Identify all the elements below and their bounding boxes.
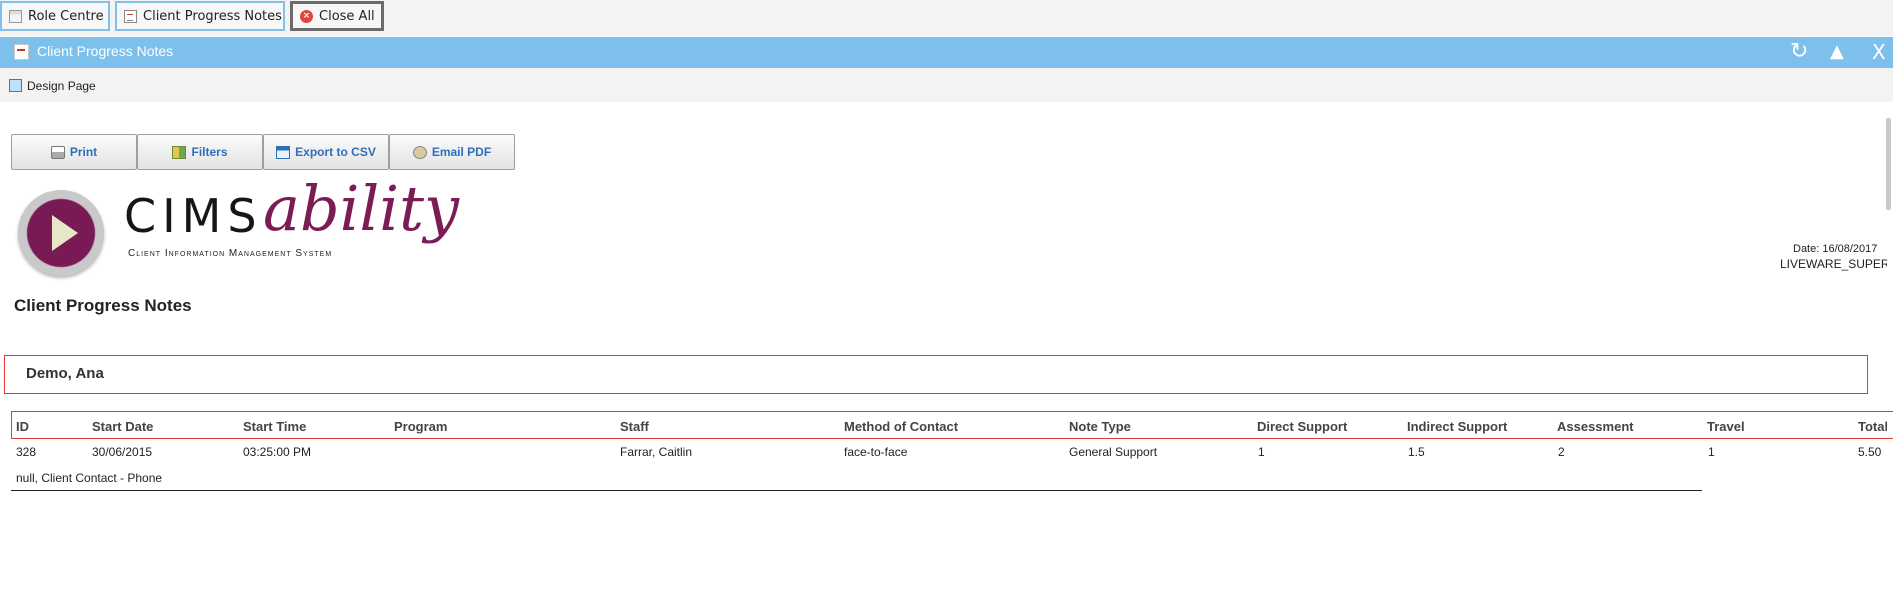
print-label: Print: [69, 145, 98, 159]
cell-indirect-support: 1.5: [1408, 445, 1425, 459]
logo-tagline: Client Information Management System: [128, 248, 333, 259]
email-pdf-button[interactable]: Email PDF: [389, 134, 515, 170]
cell-id: 328: [16, 445, 37, 459]
progress-note-text: null, Client Contact - Phone: [16, 471, 163, 485]
refresh-icon[interactable]: ↻: [1790, 39, 1808, 64]
report-date: Date: 16/08/2017: [1793, 243, 1878, 255]
column-header: Note Type: [1069, 419, 1131, 434]
column-header: Start Date: [92, 419, 154, 434]
tab-role-centre[interactable]: Role Centre: [0, 1, 110, 31]
cell-start-time: 03:25:00 PM: [243, 445, 312, 459]
filters-button[interactable]: Filters: [137, 134, 263, 170]
tab-role-centre-label: Role Centre: [28, 8, 104, 24]
column-header: Start Time: [243, 419, 307, 434]
close-all-label: Close All: [319, 8, 375, 24]
window-title: Client Progress Notes: [37, 43, 174, 59]
email-pdf-label: Email PDF: [431, 145, 492, 159]
close-all-button[interactable]: × Close All: [290, 1, 384, 31]
role-centre-icon: [9, 9, 22, 23]
cell-direct-support: 1: [1258, 445, 1265, 459]
column-header: Travel: [1707, 419, 1745, 434]
total-column-clip: Total 5.50: [1850, 411, 1887, 471]
report-user: LIVEWARE_SUPER: [1780, 257, 1887, 271]
column-header: Total: [1858, 419, 1887, 434]
logo-word-ability: ability: [263, 172, 460, 245]
report-title: Client Progress Notes: [14, 296, 192, 315]
cell-start-date: 30/06/2015: [92, 445, 153, 459]
printer-icon: [50, 145, 65, 159]
close-circle-icon: ×: [300, 9, 313, 23]
print-button[interactable]: Print: [11, 134, 137, 170]
filter-icon: [172, 145, 187, 159]
tab-client-progress-notes[interactable]: Client Progress Notes: [115, 1, 285, 31]
email-icon: [412, 145, 427, 159]
client-group-header: Demo, Ana: [4, 355, 1868, 394]
play-logo-icon: [18, 190, 104, 276]
cell-assessment: 2: [1558, 445, 1565, 459]
cell-travel: 1: [1708, 445, 1715, 459]
cell-total: 5.50: [1858, 445, 1882, 459]
window-title-bar: Client Progress Notes ↻ ▲ X: [0, 37, 1893, 68]
column-header: Assessment: [1557, 419, 1634, 434]
column-header: Staff: [620, 419, 649, 434]
filters-label: Filters: [191, 145, 228, 159]
export-csv-button[interactable]: Export to CSV: [263, 134, 389, 170]
export-csv-label: Export to CSV: [295, 145, 376, 159]
design-page-icon[interactable]: [9, 79, 22, 92]
column-header: Indirect Support: [1407, 419, 1508, 434]
column-header: Direct Support: [1257, 419, 1348, 434]
cell-method-of-contact: face-to-face: [844, 445, 908, 459]
tab-client-progress-notes-label: Client Progress Notes: [143, 8, 282, 24]
vertical-scrollbar[interactable]: [1886, 118, 1891, 210]
collapse-icon[interactable]: ▲: [1830, 41, 1844, 62]
tab-strip: Role Centre Client Progress Notes × Clos…: [0, 0, 1893, 36]
column-header: Method of Contact: [844, 419, 959, 434]
report-pdf-icon: [14, 44, 29, 60]
spreadsheet-icon: [276, 145, 291, 159]
cell-note-type: General Support: [1069, 445, 1158, 459]
column-header: Program: [394, 419, 448, 434]
logo-word-cims: CIMS: [124, 189, 263, 243]
close-window-icon[interactable]: X: [1872, 40, 1886, 64]
cell-staff: Farrar, Caitlin: [620, 445, 693, 459]
design-page-bar: Design Page: [0, 68, 1893, 102]
report-document-icon: [124, 9, 137, 23]
report-meta: Date: 16/08/2017 LIVEWARE_SUPER: [1700, 238, 1887, 274]
row-divider: [11, 490, 1702, 491]
column-header: ID: [16, 419, 29, 434]
design-page-link[interactable]: Design Page: [27, 79, 96, 93]
client-name: Demo, Ana: [26, 365, 104, 382]
